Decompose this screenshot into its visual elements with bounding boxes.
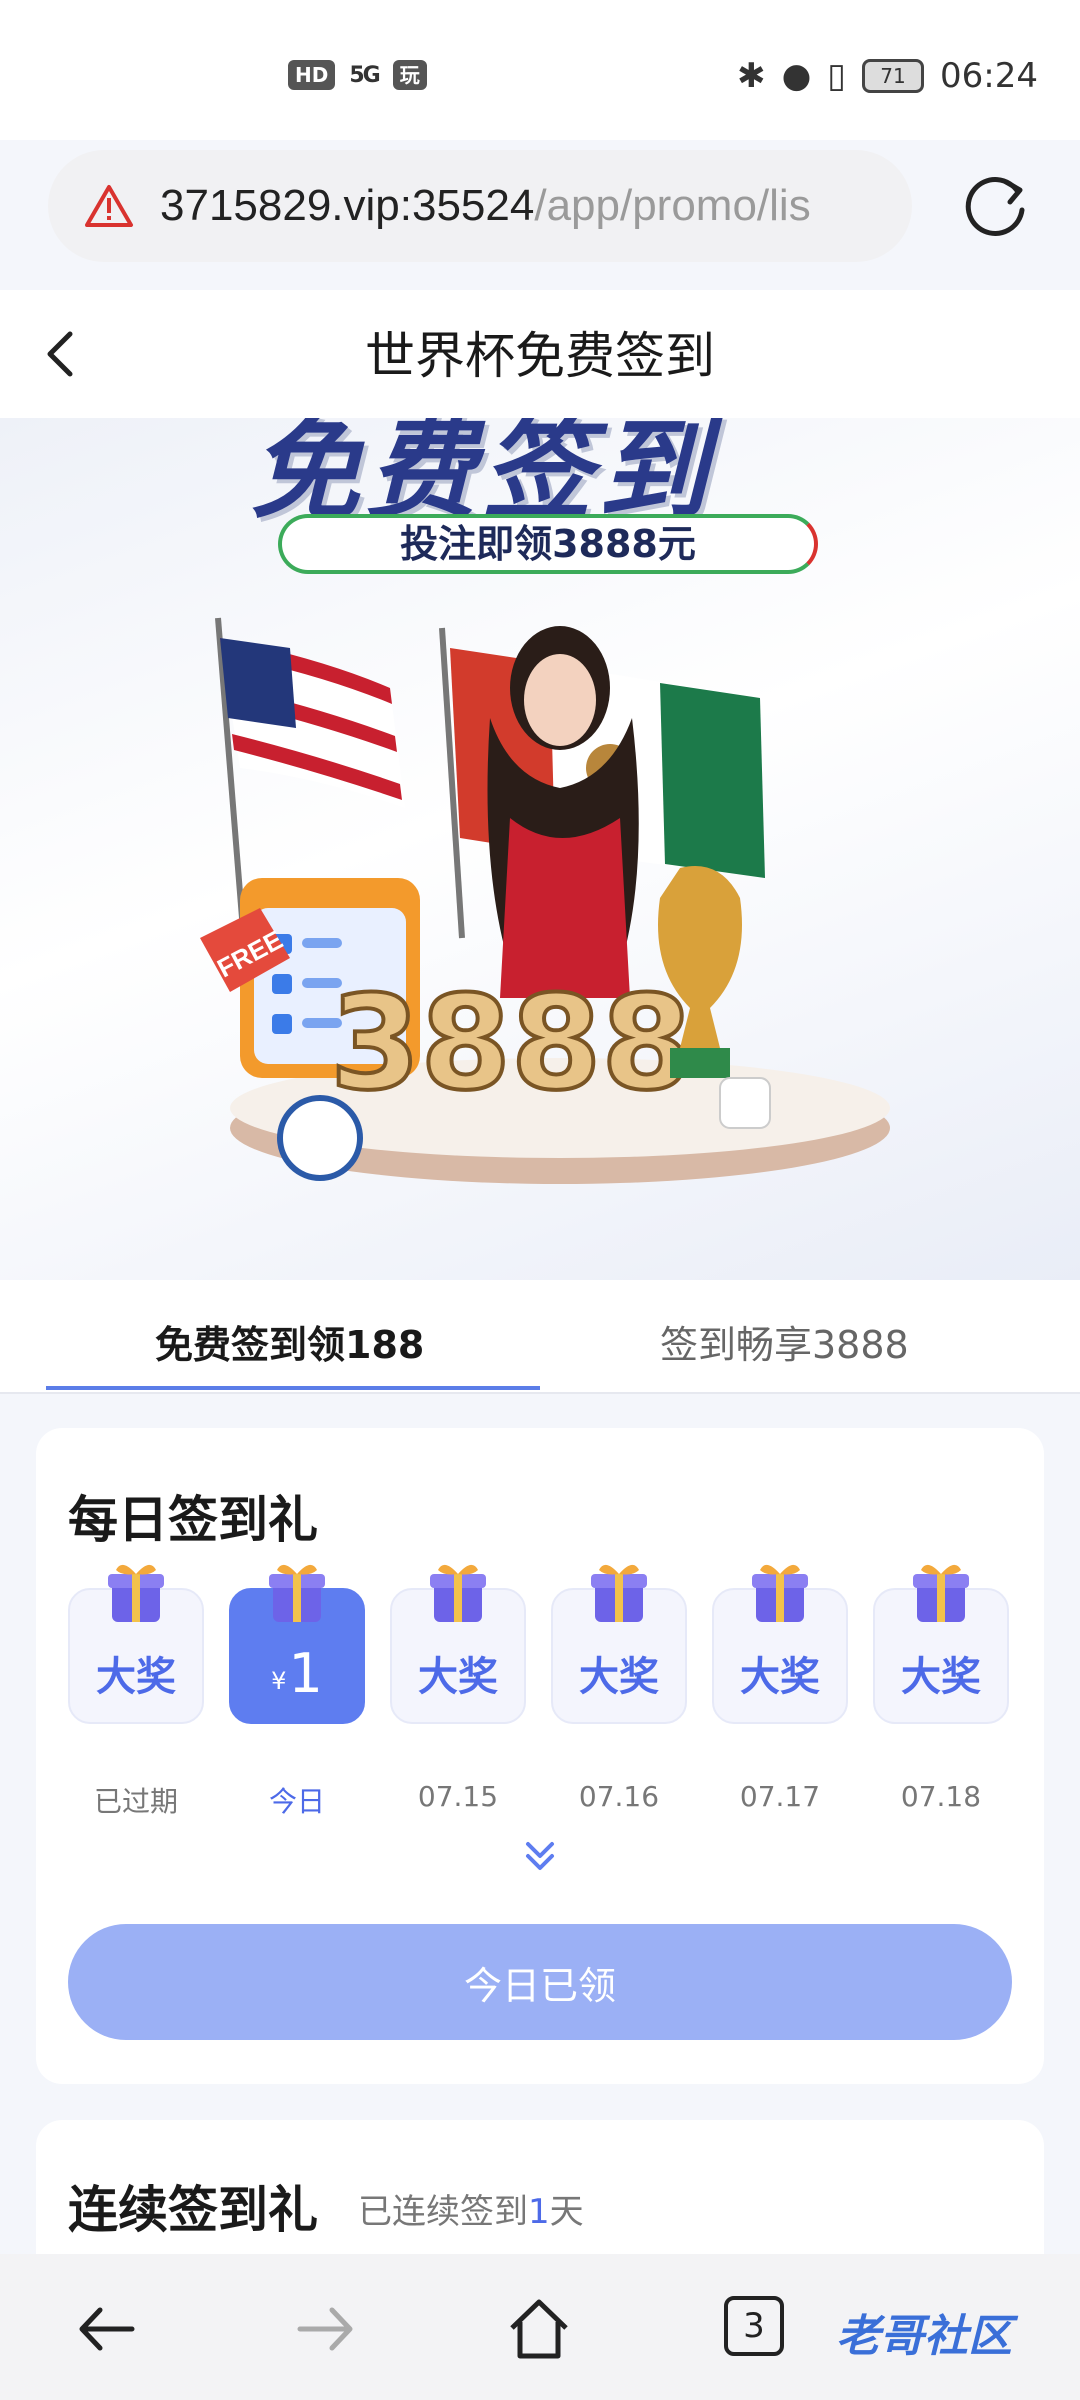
day-label: 07.15 — [417, 1780, 499, 1813]
day-label: 今日 — [268, 1785, 325, 1818]
banner-amount: 3888 — [330, 967, 692, 1119]
day-label: 已过期 — [93, 1785, 178, 1818]
day-value: 大奖 — [740, 1654, 820, 1700]
streak-status: 已连续签到1天 — [358, 2184, 584, 2233]
soccer-ball-icon — [277, 1095, 363, 1181]
streak-count: 1 — [528, 2192, 550, 2232]
gift-box-icon — [913, 1564, 969, 1622]
reload-icon[interactable] — [958, 168, 1034, 244]
page-title: 世界杯免费签到 — [365, 327, 715, 385]
usa-flag-icon — [220, 638, 405, 808]
streak-title: 连续签到礼 — [68, 2181, 318, 2239]
daily-checkin-card: 每日签到礼 大奖 已过期 ¥1 今日 大奖 07.15 大奖 07.16 大奖 … — [36, 1428, 1044, 2084]
tab-enjoy-3888[interactable]: 签到畅享3888 — [660, 1314, 909, 1369]
forward-icon[interactable] — [290, 2294, 360, 2364]
gift-box-icon — [752, 1564, 808, 1622]
app-badge: 玩 — [392, 60, 427, 90]
tab-free-checkin[interactable]: 免费签到领188 — [155, 1314, 424, 1369]
gift-box-icon — [591, 1564, 647, 1622]
gift-box-icon — [108, 1564, 164, 1622]
browser-bottom-nav: 3 老哥社区 — [0, 2254, 1080, 2400]
home-icon[interactable] — [504, 2294, 574, 2364]
day-value: 大奖 — [579, 1654, 659, 1700]
day-label: 07.16 — [578, 1780, 660, 1813]
network-label: 5G — [349, 62, 380, 88]
streak-card: 连续签到礼 已连续签到1天 — [36, 2120, 1044, 2260]
promo-banner: 免费签到 投注即领3888元 FREE 3888 — [0, 418, 1080, 1280]
tabs-count-button[interactable]: 3 — [724, 2296, 784, 2356]
status-indicators: HD 5G 玩 — [288, 60, 427, 90]
currency-symbol: ¥ — [271, 1667, 287, 1695]
day-value: 大奖 — [901, 1654, 981, 1700]
battery-indicator: 71 — [862, 59, 925, 93]
url-host: 3715829.vip:35524 — [160, 181, 535, 230]
banner-illustration: FREE 3888 — [200, 617, 890, 1184]
url-path: /app/promo/lis — [534, 181, 811, 230]
warning-triangle-icon[interactable] — [84, 183, 134, 229]
day-label: 07.18 — [900, 1780, 982, 1813]
status-bar: HD 5G 玩 ✱ ● ▯ 71 06:24 — [0, 0, 1080, 140]
daily-checkin-title: 每日签到礼 — [68, 1491, 318, 1549]
clock: 06:24 — [940, 56, 1038, 96]
chevron-double-down-icon[interactable] — [522, 1838, 558, 1874]
watermark-logo: 老哥社区 — [836, 2311, 1012, 2362]
streak-prefix: 已连续签到 — [358, 2192, 528, 2232]
active-tab-indicator — [46, 1386, 540, 1390]
day-label: 07.17 — [739, 1780, 821, 1813]
day-value: 大奖 — [96, 1654, 176, 1700]
status-right: ✱ ● ▯ 71 06:24 — [737, 56, 1038, 96]
gift-box-icon — [430, 1564, 486, 1622]
dice-icon — [719, 1077, 771, 1129]
gift-box-icon — [269, 1564, 325, 1622]
url-text[interactable]: 3715829.vip:35524/app/promo/lis — [160, 181, 811, 231]
address-bar[interactable]: 3715829.vip:35524/app/promo/lis — [48, 150, 912, 262]
streak-suffix: 天 — [549, 2192, 584, 2232]
hd-badge: HD — [288, 60, 336, 90]
back-icon[interactable] — [72, 2294, 142, 2364]
checkin-days: 大奖 已过期 ¥1 今日 大奖 07.15 大奖 07.16 大奖 07.17 … — [68, 1558, 1012, 1818]
claimed-today-button[interactable]: 今日已领 — [68, 1924, 1012, 2040]
vibrate-icon: ▯ — [827, 56, 847, 96]
promo-tabs: 免费签到领188 签到畅享3888 — [0, 1280, 1080, 1394]
mic-icon: ● — [781, 56, 812, 96]
banner-pill: 投注即领3888元 — [278, 514, 818, 574]
bluetooth-icon: ✱ — [737, 56, 766, 96]
day-value: 大奖 — [418, 1654, 498, 1700]
day-value: 1 — [288, 1641, 323, 1705]
page-header: 世界杯免费签到 — [0, 290, 1080, 418]
